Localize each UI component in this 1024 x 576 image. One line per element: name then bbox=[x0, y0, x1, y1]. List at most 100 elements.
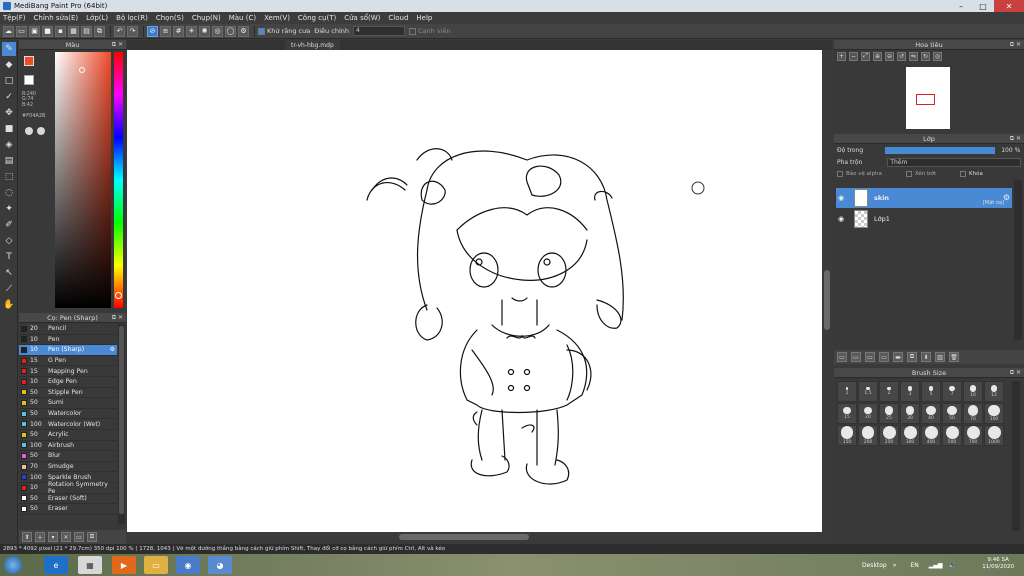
visibility-eye-icon[interactable]: ◉ bbox=[836, 194, 846, 202]
new-layer-halftone-icon[interactable]: ▭ bbox=[879, 352, 889, 362]
brush-size-cell[interactable]: 30 bbox=[900, 403, 920, 424]
color-mode-icon[interactable] bbox=[25, 127, 33, 135]
eyedropper-icon[interactable]: ⟋ bbox=[2, 282, 16, 296]
menu-color[interactable]: Màu (C) bbox=[229, 14, 256, 22]
brush-list-item[interactable]: 70 Smudge bbox=[19, 462, 117, 473]
canvas-horizontal-scrollbar[interactable] bbox=[127, 532, 832, 542]
media-icon[interactable]: ▦ bbox=[78, 556, 102, 574]
brush-size-cell[interactable]: 1000 bbox=[984, 425, 1004, 446]
brush-copy-icon[interactable]: ⧉ bbox=[87, 532, 97, 542]
hand-tool-icon[interactable]: ✋ bbox=[2, 298, 16, 312]
navigator-thumbnail[interactable] bbox=[906, 67, 950, 129]
brush-size-cell[interactable]: 40 bbox=[921, 403, 941, 424]
brush-list-item[interactable]: 10 Pen (Sharp) ⚙ bbox=[19, 345, 117, 356]
new-layer-8bit-icon[interactable]: ▭ bbox=[865, 352, 875, 362]
edge-checkbox[interactable] bbox=[409, 27, 416, 35]
menu-filter[interactable]: Bộ lọc(R) bbox=[116, 14, 148, 22]
brush-list-item[interactable]: 100 Watercolor (Wet) bbox=[19, 419, 117, 430]
desktop-label[interactable]: Desktop bbox=[862, 562, 887, 569]
snap-icon[interactable]: ▤ bbox=[81, 25, 92, 37]
panel-close-icon[interactable]: ⧉ ✕ bbox=[1010, 135, 1021, 143]
layer-property-icon[interactable]: ▥ bbox=[935, 352, 945, 362]
secondary-color-swatch[interactable] bbox=[24, 75, 34, 85]
network-icon[interactable]: ▂▄▆ bbox=[929, 562, 943, 569]
close-button[interactable]: ✕ bbox=[994, 0, 1024, 12]
brush-tool-icon[interactable]: ✎ bbox=[2, 42, 16, 56]
brush-size-scrollbar[interactable] bbox=[1012, 381, 1020, 531]
clipping-checkbox[interactable] bbox=[905, 171, 912, 177]
undo-icon[interactable]: ↶ bbox=[114, 25, 125, 37]
grid-icon[interactable]: ▦ bbox=[68, 25, 79, 37]
correction-select[interactable]: 4 bbox=[353, 26, 405, 36]
brush-size-cell[interactable]: 150 bbox=[837, 425, 857, 446]
brush-list-item[interactable]: 10 Edge Pen bbox=[19, 377, 117, 388]
volume-icon[interactable]: 🔈 bbox=[949, 562, 956, 569]
panel-close-icon[interactable]: ⧉ ✕ bbox=[112, 314, 123, 322]
brush-size-cell[interactable]: 5 bbox=[921, 381, 941, 402]
brush-list-item[interactable]: 50 Sumi bbox=[19, 398, 117, 409]
brush-size-cell[interactable]: 300 bbox=[900, 425, 920, 446]
media-player-icon[interactable]: ▶ bbox=[112, 556, 136, 574]
shape-tool-icon[interactable]: ■ bbox=[2, 122, 16, 136]
brush-size-cell[interactable]: 20 bbox=[858, 403, 878, 424]
drawing-canvas[interactable] bbox=[127, 50, 822, 532]
merge-down-icon[interactable]: ⬇ bbox=[921, 352, 931, 362]
brush-size-cell[interactable]: 1 bbox=[837, 381, 857, 402]
reset-view-icon[interactable]: ◎ bbox=[933, 51, 942, 61]
text-tool-icon[interactable]: T bbox=[2, 250, 16, 264]
canvas-vertical-scrollbar[interactable] bbox=[822, 50, 832, 532]
brush-scrollbar[interactable] bbox=[118, 324, 125, 524]
new-file-icon[interactable]: ▭ bbox=[16, 25, 27, 37]
menu-select[interactable]: Chọn(S) bbox=[156, 14, 184, 22]
menu-file[interactable]: Tệp(F) bbox=[3, 14, 26, 22]
zoom-icon[interactable]: ⊕ bbox=[873, 51, 882, 61]
brush-size-cell[interactable]: 2 bbox=[879, 381, 899, 402]
brush-size-cell[interactable]: 70 bbox=[963, 403, 983, 424]
save-icon[interactable]: ■ bbox=[42, 25, 53, 37]
vanishing-snap-icon[interactable]: ✳ bbox=[186, 25, 197, 37]
panel-close-icon[interactable]: ⧉ ✕ bbox=[1010, 41, 1021, 49]
medibang-taskbar-icon[interactable]: ◕ bbox=[208, 556, 232, 574]
brush-list-item[interactable]: 50 Eraser (Soft) bbox=[19, 494, 117, 505]
zoom-reset-icon[interactable]: ⊖ bbox=[885, 51, 894, 61]
select-pen-icon[interactable]: ✓ bbox=[2, 90, 16, 104]
menu-layer[interactable]: Lớp(L) bbox=[86, 14, 108, 22]
brush-add-menu-icon[interactable]: ▾ bbox=[48, 532, 58, 542]
chrome-icon[interactable]: ◉ bbox=[176, 556, 200, 574]
brush-size-cell[interactable]: 7 bbox=[942, 381, 962, 402]
language-indicator[interactable]: EN bbox=[910, 562, 918, 569]
menu-view[interactable]: Xem(V) bbox=[264, 14, 290, 22]
brush-size-cell[interactable]: 100 bbox=[984, 403, 1004, 424]
brush-list-item[interactable]: 50 Acrylic bbox=[19, 430, 117, 441]
select-eraser-icon[interactable]: ◇ bbox=[2, 234, 16, 248]
gradient-tool-icon[interactable]: ▤ bbox=[2, 154, 16, 168]
settings-icon[interactable]: ⚙ bbox=[238, 25, 249, 37]
menu-edit[interactable]: Chỉnh sửa(E) bbox=[34, 14, 79, 22]
brush-size-cell[interactable]: 50 bbox=[942, 403, 962, 424]
brush-list-item[interactable]: 20 Pencil bbox=[19, 324, 117, 335]
curve-snap-icon[interactable]: ◯ bbox=[225, 25, 236, 37]
layer-row-skin[interactable]: ◉ skin [Mặt nạ] ⚙ bbox=[836, 188, 1012, 208]
parallel-snap-icon[interactable]: ≡ bbox=[160, 25, 171, 37]
flip-icon[interactable]: ⇋ bbox=[909, 51, 918, 61]
chat-icon[interactable]: ▪ bbox=[55, 25, 66, 37]
menu-window[interactable]: Cửa sổ(W) bbox=[344, 14, 380, 22]
select-tool-icon[interactable]: ⬚ bbox=[2, 170, 16, 184]
brush-size-cell[interactable]: 400 bbox=[921, 425, 941, 446]
brush-size-cell[interactable]: 1.5 bbox=[858, 381, 878, 402]
lasso-tool-icon[interactable]: ◌ bbox=[2, 186, 16, 200]
menu-snap[interactable]: Chụp(N) bbox=[192, 14, 221, 22]
panel-close-icon[interactable]: ⧉ ✕ bbox=[112, 41, 123, 49]
saturation-value-picker[interactable] bbox=[55, 52, 111, 308]
open-icon[interactable]: ▣ bbox=[29, 25, 40, 37]
layer-row-lop1[interactable]: ◉ Lớp1 bbox=[836, 209, 1012, 229]
layer-settings-icon[interactable]: ⚙ bbox=[1003, 193, 1010, 202]
maximize-button[interactable]: □ bbox=[972, 0, 994, 12]
brush-list-item[interactable]: 10 Pen bbox=[19, 335, 117, 346]
zoom-in-icon[interactable]: + bbox=[837, 51, 846, 61]
brush-settings-icon[interactable]: ⚙ bbox=[110, 346, 115, 353]
rotate-right-icon[interactable]: ↻ bbox=[921, 51, 930, 61]
explorer-icon[interactable]: ▭ bbox=[144, 556, 168, 574]
menu-cloud[interactable]: Cloud bbox=[388, 14, 408, 22]
duplicate-layer-icon[interactable]: ⧉ bbox=[907, 352, 917, 362]
